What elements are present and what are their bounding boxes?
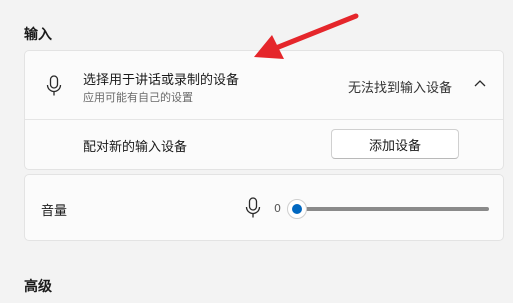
annotation-arrow-icon	[254, 13, 359, 59]
